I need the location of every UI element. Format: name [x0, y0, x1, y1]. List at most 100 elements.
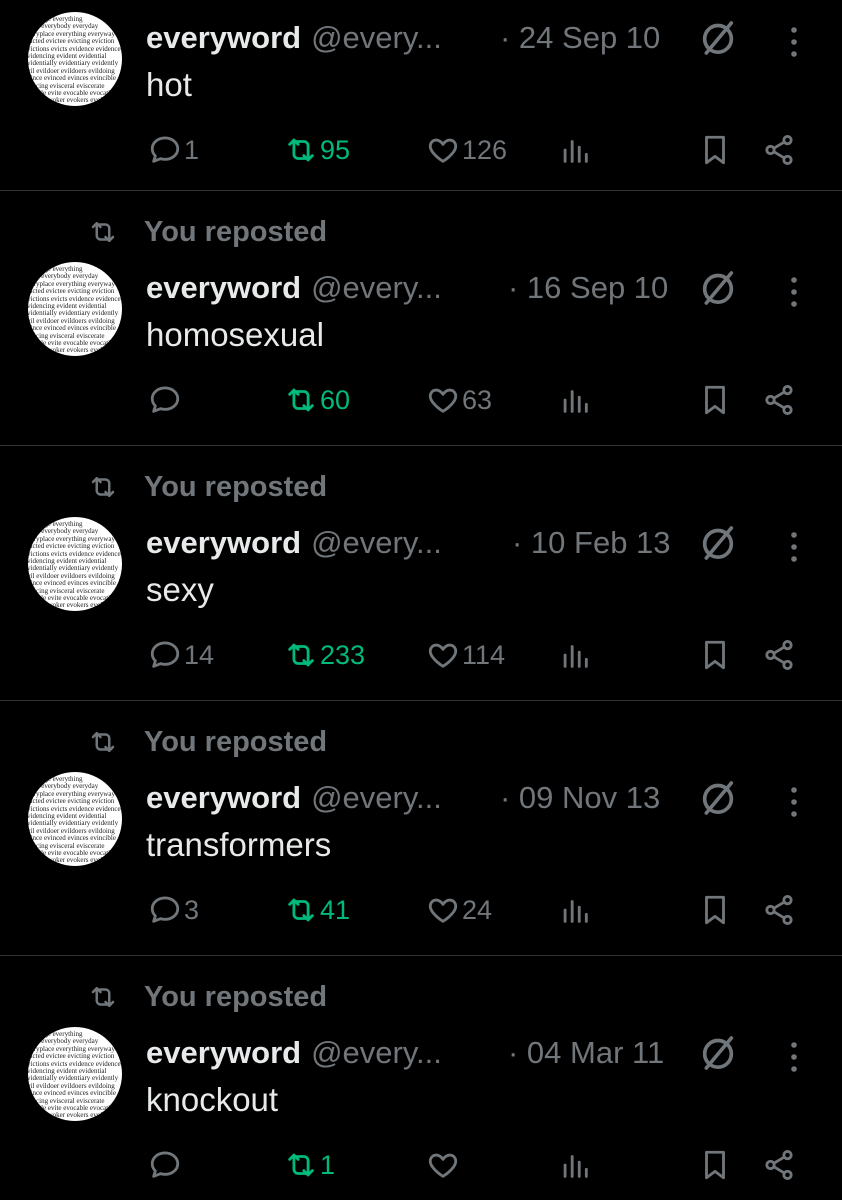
- author-handle[interactable]: @every...: [311, 270, 442, 306]
- reply-button[interactable]: [148, 380, 184, 420]
- repost-button[interactable]: 233: [284, 635, 365, 675]
- author-handle[interactable]: @every...: [311, 780, 442, 816]
- post-date[interactable]: · 24 Sep 10: [500, 20, 660, 56]
- more-options-icon[interactable]: [782, 272, 806, 312]
- post-date[interactable]: · 10 Feb 13: [512, 525, 671, 561]
- bookmark-button[interactable]: [698, 635, 732, 675]
- reply-icon: [148, 1148, 182, 1182]
- bookmark-icon: [698, 133, 732, 167]
- share-button[interactable]: [762, 380, 796, 420]
- heart-icon: [426, 638, 460, 672]
- avatar[interactable]: challenge everything every everybody ever…: [28, 262, 122, 356]
- repost-button[interactable]: 1: [284, 1145, 335, 1185]
- bookmark-button[interactable]: [698, 1145, 732, 1185]
- author-name[interactable]: everyword: [146, 525, 301, 561]
- grok-icon[interactable]: [698, 18, 738, 58]
- author-name[interactable]: everyword: [146, 780, 301, 816]
- grok-icon[interactable]: [698, 523, 738, 563]
- bookmark-icon: [698, 638, 732, 672]
- share-icon: [762, 383, 796, 417]
- bookmark-button[interactable]: [698, 890, 732, 930]
- like-button[interactable]: 63: [426, 380, 492, 420]
- views-button[interactable]: [558, 130, 592, 170]
- grok-icon[interactable]: [698, 778, 738, 818]
- author-name[interactable]: everyword: [146, 270, 301, 306]
- repost-button[interactable]: 60: [284, 380, 350, 420]
- repost-label: You reposted: [144, 980, 328, 1013]
- analytics-icon: [558, 893, 592, 927]
- avatar-word-line: evoked evoker evokers evokes: [28, 1111, 110, 1120]
- likes-count: 24: [462, 894, 493, 925]
- more-options-icon[interactable]: [782, 527, 806, 567]
- more-options-icon[interactable]: [782, 22, 806, 62]
- views-button[interactable]: [558, 890, 592, 930]
- avatar-word-line: evoked evoker evokers evokes: [28, 601, 110, 610]
- views-button[interactable]: [558, 635, 592, 675]
- bookmark-button[interactable]: [698, 130, 732, 170]
- post[interactable]: challenge everything every everybody ever…: [0, 0, 842, 191]
- author-handle[interactable]: @every...: [311, 20, 442, 56]
- heart-icon: [426, 383, 460, 417]
- repost-label: You reposted: [144, 470, 328, 503]
- reposts-count: 41: [320, 894, 351, 925]
- reply-button[interactable]: 14: [148, 635, 214, 675]
- post-date[interactable]: · 16 Sep 10: [508, 270, 668, 306]
- share-icon: [762, 133, 796, 167]
- reply-button[interactable]: 1: [148, 130, 199, 170]
- like-button[interactable]: 24: [426, 890, 492, 930]
- share-button[interactable]: [762, 890, 796, 930]
- repost-icon: [284, 133, 318, 167]
- reply-button[interactable]: [148, 1145, 184, 1185]
- post[interactable]: You reposted challenge everything every ev…: [0, 190, 842, 446]
- grok-icon[interactable]: [698, 268, 738, 308]
- like-button[interactable]: 114: [426, 635, 505, 675]
- analytics-icon: [558, 133, 592, 167]
- like-button[interactable]: [426, 1145, 462, 1185]
- reply-icon: [148, 638, 182, 672]
- reply-icon: [148, 383, 182, 417]
- share-button[interactable]: [762, 1145, 796, 1185]
- repost-label: You reposted: [144, 215, 328, 248]
- views-button[interactable]: [558, 380, 592, 420]
- post-text: hot: [146, 66, 192, 103]
- analytics-icon: [558, 1148, 592, 1182]
- views-button[interactable]: [558, 1145, 592, 1185]
- post[interactable]: You reposted challenge everything every ev…: [0, 445, 842, 701]
- author-name[interactable]: everyword: [146, 20, 301, 56]
- avatar-word-line: evoked evoker evokers evokes: [28, 96, 110, 105]
- analytics-icon: [558, 383, 592, 417]
- reply-icon: [148, 893, 182, 927]
- avatar[interactable]: challenge everything every everybody ever…: [28, 517, 122, 611]
- likes-count: 63: [462, 384, 493, 415]
- reposts-count: 233: [320, 639, 366, 670]
- share-button[interactable]: [762, 130, 796, 170]
- repost-icon: [284, 893, 318, 927]
- share-icon: [762, 638, 796, 672]
- post[interactable]: You reposted challenge everything every ev…: [0, 700, 842, 956]
- replies-count: 14: [184, 639, 215, 670]
- bookmark-button[interactable]: [698, 380, 732, 420]
- author-name[interactable]: everyword: [146, 1035, 301, 1071]
- author-handle[interactable]: @every...: [311, 525, 442, 561]
- author-handle[interactable]: @every...: [311, 1035, 442, 1071]
- repost-button[interactable]: 41: [284, 890, 350, 930]
- more-options-icon[interactable]: [782, 782, 806, 822]
- avatar[interactable]: challenge everything every everybody ever…: [28, 772, 122, 866]
- repost-button[interactable]: 95: [284, 130, 350, 170]
- more-options-icon[interactable]: [782, 1037, 806, 1077]
- avatar-word-line: evoked evoker evokers evokes: [28, 856, 110, 865]
- like-button[interactable]: 126: [426, 130, 507, 170]
- repost-icon: [284, 383, 318, 417]
- repost-icon: [84, 217, 144, 247]
- post-text: knockout: [146, 1081, 279, 1118]
- grok-icon[interactable]: [698, 1033, 738, 1073]
- post[interactable]: You reposted challenge everything every ev…: [0, 955, 842, 1200]
- reply-button[interactable]: 3: [148, 890, 199, 930]
- avatar-word-line: evoked evoker evokers evokes: [28, 346, 110, 355]
- post-date[interactable]: · 04 Mar 11: [508, 1035, 664, 1071]
- share-button[interactable]: [762, 635, 796, 675]
- avatar[interactable]: challenge everything every everybody ever…: [28, 1027, 122, 1121]
- post-date[interactable]: · 09 Nov 13: [500, 780, 660, 816]
- avatar[interactable]: challenge everything every everybody ever…: [28, 12, 122, 106]
- repost-icon: [84, 472, 144, 502]
